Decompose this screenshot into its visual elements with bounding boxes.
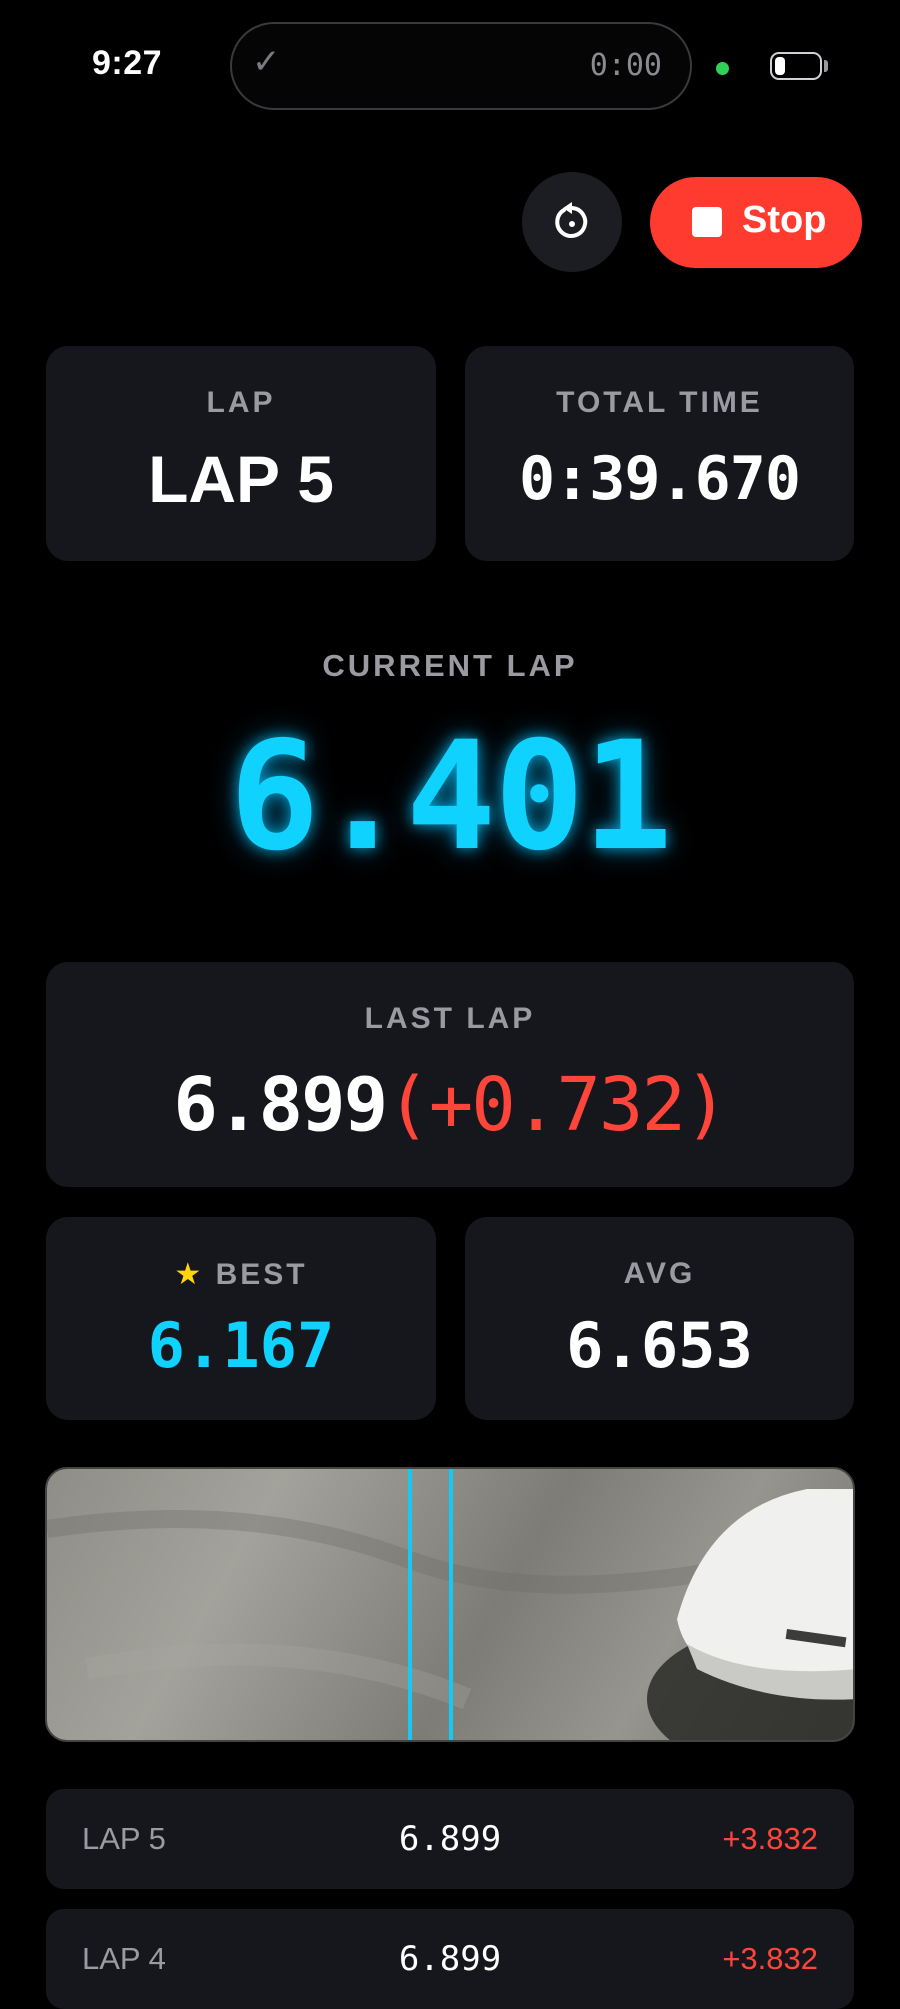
battery-cap xyxy=(824,60,828,72)
battery-icon xyxy=(770,52,822,80)
checkmark-icon: ✓ xyxy=(252,42,281,82)
stop-button-label: Stop xyxy=(742,199,827,241)
best-value: 6.167 xyxy=(147,1309,335,1382)
avg-value: 6.653 xyxy=(566,1309,753,1382)
camera-preview[interactable] xyxy=(45,1467,855,1742)
lap-row[interactable]: LAP 5 6.899 +3.832 xyxy=(46,1789,854,1889)
total-time-value: 0:39.670 xyxy=(519,444,801,514)
last-lap-delta: (+0.732) xyxy=(386,1062,728,1148)
current-lap-time: 6.401 xyxy=(229,710,673,884)
lap-card-label: LAP xyxy=(206,386,276,419)
total-time-label: TOTAL TIME xyxy=(556,386,763,419)
reset-icon xyxy=(555,202,588,238)
best-card: ★ BEST 6.167 xyxy=(46,1217,436,1420)
lap-row-delta: +3.832 xyxy=(722,1941,818,1976)
last-lap-card: LAST LAP 6.899(+0.732) xyxy=(46,962,854,1187)
gate-line-left[interactable] xyxy=(408,1469,412,1740)
star-icon: ★ xyxy=(174,1257,205,1292)
lap-row[interactable]: LAP 4 6.899 +3.832 xyxy=(46,1909,854,2009)
island-timer: 0:00 xyxy=(589,48,662,83)
best-header: ★ BEST xyxy=(46,1257,436,1292)
best-label: BEST xyxy=(215,1258,308,1291)
status-time: 9:27 xyxy=(92,44,163,82)
gate-line-right[interactable] xyxy=(449,1469,453,1740)
lap-row-delta: +3.832 xyxy=(722,1821,818,1856)
stop-icon xyxy=(692,207,722,237)
dynamic-island[interactable]: ✓ 0:00 xyxy=(230,22,692,110)
avg-label: AVG xyxy=(623,1257,696,1290)
current-lap-label: CURRENT LAP xyxy=(322,648,578,683)
last-lap-row: 6.899(+0.732) xyxy=(46,1062,854,1148)
lap-card-value: LAP 5 xyxy=(148,442,334,516)
stop-button[interactable]: Stop xyxy=(650,177,862,268)
total-time-card: TOTAL TIME 0:39.670 xyxy=(465,346,854,561)
lap-card: LAP LAP 5 xyxy=(46,346,436,561)
last-lap-time: 6.899 xyxy=(173,1062,388,1148)
last-lap-label: LAST LAP xyxy=(364,1002,536,1035)
avg-card: AVG 6.653 xyxy=(465,1217,854,1420)
reset-button[interactable] xyxy=(522,172,622,272)
camera-indicator-dot xyxy=(716,62,729,75)
